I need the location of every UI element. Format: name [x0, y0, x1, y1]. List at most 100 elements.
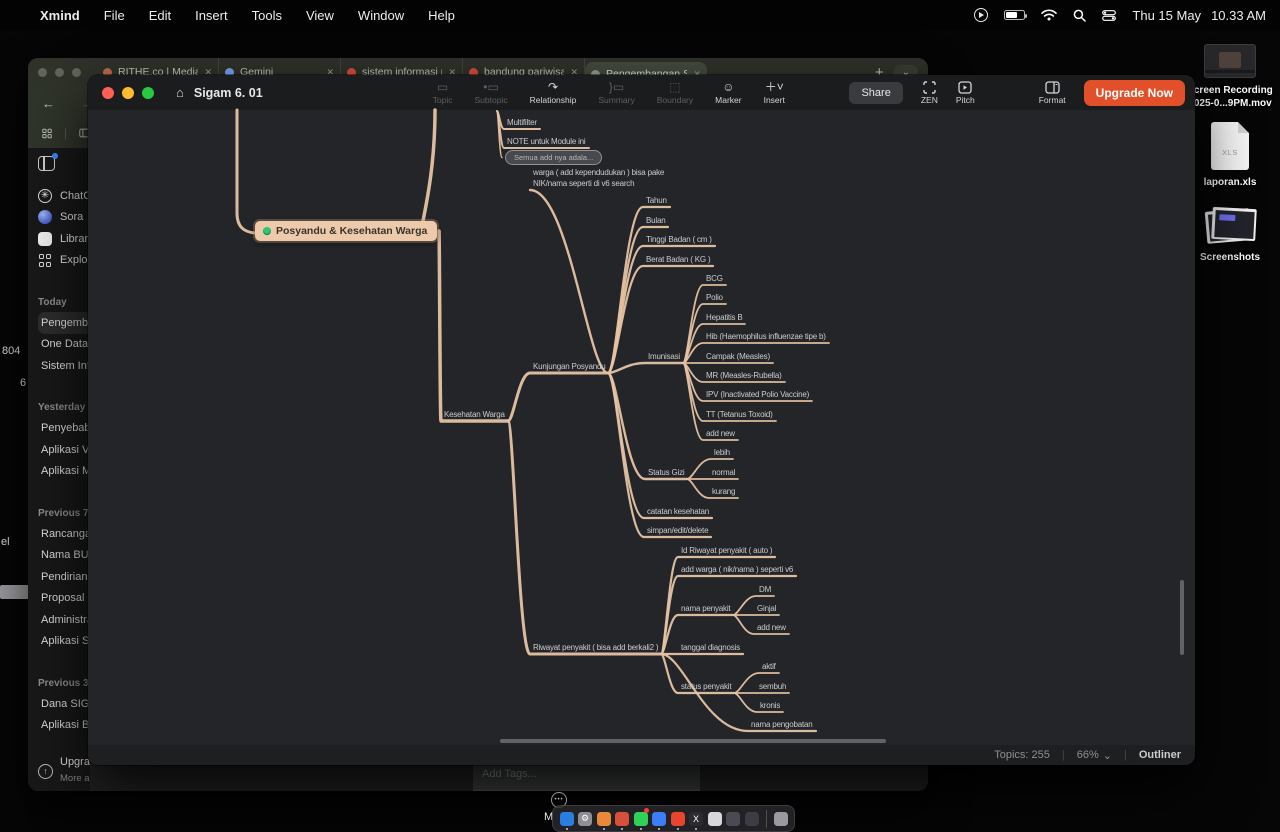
chat-history-item[interactable]: Pengemban [38, 312, 90, 334]
browser-traffic-lights[interactable] [38, 68, 81, 77]
toolbar-tool[interactable]: ☺ Marker [715, 81, 741, 105]
mindmap-node-imunisasi[interactable]: Imunisasi [648, 351, 680, 362]
mindmap-node-kunjungan[interactable]: Kunjungan Posyandu [533, 361, 605, 372]
dock-app-icon[interactable] [743, 807, 760, 830]
mindmap-node-tahun[interactable]: Tahun [646, 195, 667, 206]
chat-history-item[interactable]: Administras [38, 609, 90, 631]
dock-app-icon[interactable]: X [688, 807, 705, 830]
chat-history-item[interactable]: Aplikasi SIG [38, 631, 90, 653]
control-center-icon[interactable] [1102, 10, 1116, 21]
mindmap-node-normal[interactable]: normal [712, 467, 735, 478]
mindmap-node-kronis[interactable]: kronis [760, 700, 780, 711]
dock-app-icon[interactable]: ⚙ [577, 807, 594, 830]
toolbar-tool[interactable]: ＋˅ Insert [764, 81, 785, 105]
mindmap-node-catatan[interactable]: catatan kesehatan [647, 506, 709, 517]
menu-item[interactable]: View [306, 8, 334, 23]
window-traffic-lights[interactable] [102, 87, 154, 99]
menu-app-name[interactable]: Xmind [40, 8, 80, 23]
mindmap-node-ginjal[interactable]: Ginjal [757, 603, 776, 614]
minimize-window-button[interactable] [122, 87, 134, 99]
menu-item[interactable]: Insert [195, 8, 228, 23]
home-icon[interactable]: ⌂ [176, 85, 184, 100]
dock-app-icon[interactable] [558, 807, 575, 830]
mindmap-node-kurang[interactable]: kurang [712, 486, 735, 497]
chat-history-item[interactable]: Rancangan [38, 523, 90, 545]
spotlight-search-icon[interactable] [1073, 9, 1086, 22]
mindmap-node-addnew-penyakit[interactable]: add new [757, 622, 786, 633]
sidebar-nav-item[interactable]: Library [38, 228, 90, 250]
menu-item[interactable]: Help [428, 8, 455, 23]
sidebar-nav-item[interactable]: Sora [38, 207, 90, 229]
dock-app-icon[interactable] [614, 807, 631, 830]
mindmap-node-tt[interactable]: TT (Tetanus Toxoid) [706, 409, 773, 420]
menu-item[interactable]: Window [358, 8, 404, 23]
toolbar-tool[interactable]: }▭ Summary [598, 81, 634, 105]
menu-item[interactable]: File [104, 8, 125, 23]
mindmap-node-addnew-imunisasi[interactable]: add new [706, 428, 735, 439]
menu-item[interactable]: Edit [149, 8, 171, 23]
zoom-control[interactable]: 66%⌄ [1077, 749, 1112, 762]
menu-item[interactable]: Tools [252, 8, 282, 23]
format-button[interactable]: Format [1039, 81, 1066, 105]
mindmap-node-tanggal[interactable]: tanggal diagnosis [681, 642, 740, 653]
mindmap-node-pengobatan[interactable]: nama pengobatan [751, 719, 813, 730]
mindmap-node-berat[interactable]: Berat Badan ( KG ) [646, 254, 710, 265]
chat-history-item[interactable]: Pendirian B [38, 566, 90, 588]
chat-history-item[interactable]: Aplikasi Mar [38, 461, 90, 483]
mindmap-node-ipv[interactable]: IPV (Inactivated Polio Vaccine) [706, 389, 809, 400]
chat-history-item[interactable]: Penyebab P [38, 418, 90, 440]
desktop-icon-laporan-xls[interactable]: XLS laporan.xls [1182, 122, 1278, 189]
add-tags-field[interactable]: Add Tags... [473, 762, 700, 791]
desktop-icon-screen-recording[interactable]: Screen Recording2025-0...9PM.mov [1182, 44, 1278, 110]
mindmap-node-statuspenyakit[interactable]: status penyakit [681, 681, 731, 692]
chat-history-item[interactable]: One Data A [38, 334, 90, 356]
mindmap-node-sembuh[interactable]: sembuh [759, 681, 786, 692]
mindmap-node-aktif[interactable]: aktif [762, 661, 776, 672]
toolbar-tool[interactable]: •▭ Subtopic [475, 81, 508, 105]
horizontal-scrollbar[interactable] [500, 739, 886, 743]
chat-history-item[interactable]: Aplikasi Bal [38, 715, 90, 737]
menu-clock[interactable]: Thu 15 May10.33 AM [1132, 8, 1266, 23]
mindmap-node-campak[interactable]: Campak (Measles) [706, 351, 770, 362]
mindmap-node-central[interactable]: Posyandu & Kesehatan Warga [255, 221, 437, 241]
back-button[interactable]: ← [42, 96, 55, 111]
mindmap-node-idriwayat[interactable]: Id Riwayat penyakit ( auto ) [681, 545, 772, 556]
outliner-button[interactable]: Outliner [1139, 749, 1181, 761]
dock-app-icon[interactable] [632, 807, 649, 830]
mindmap-node-dm[interactable]: DM [759, 584, 771, 595]
dock-trash-icon[interactable] [772, 807, 789, 830]
wifi-icon[interactable] [1041, 9, 1057, 21]
mindmap-node-multifilter[interactable]: Multifilter [507, 117, 537, 128]
dock-app-icon[interactable] [651, 807, 668, 830]
upgrade-now-button[interactable]: Upgrade Now [1084, 80, 1185, 106]
dock-app-icon[interactable] [706, 807, 723, 830]
mindmap-node-namapenyakit[interactable]: nama penyakit [681, 603, 730, 614]
sidebar-nav-item[interactable]: Explore [38, 250, 90, 272]
mindmap-node-mr[interactable]: MR (Measles-Rubella) [706, 370, 782, 381]
chat-history-item[interactable]: Dana SIGAP [38, 693, 90, 715]
screen-record-icon[interactable] [974, 8, 988, 22]
pitch-button[interactable]: Pitch [956, 81, 975, 105]
mindmap-node-statusgizi[interactable]: Status Gizi [648, 467, 684, 478]
share-button[interactable]: Share [849, 82, 902, 104]
dock-app-icon[interactable] [595, 807, 612, 830]
mindmap-node-simpan[interactable]: simpan/edit/delete [647, 525, 708, 536]
mindmap-node-hib[interactable]: Hib (Haemophilus influenzae tipe b) [706, 331, 826, 342]
sidebar-toggle-icon[interactable] [38, 156, 55, 171]
toolbar-tool[interactable]: ⬚ Boundary [657, 81, 693, 105]
zen-mode-button[interactable]: ZEN [921, 81, 938, 105]
chat-history-item[interactable]: Sistem Infor [38, 355, 90, 377]
chat-history-item[interactable]: Nama BUM [38, 545, 90, 567]
mindmap-node-bulan[interactable]: Bulan [646, 215, 665, 226]
chat-history-item[interactable]: Proposal Pe [38, 588, 90, 610]
mindmap-node-hepatitis[interactable]: Hepatitis B [706, 312, 742, 323]
grid-view-icon[interactable] [42, 127, 52, 140]
mindmap-node-riwayat[interactable]: Riwayat penyakit ( bisa add berkali2 ) [533, 642, 658, 653]
chat-history-item[interactable]: Aplikasi Vid [38, 439, 90, 461]
mindmap-node-note[interactable]: NOTE untuk Module ini [507, 136, 586, 147]
vertical-scrollbar[interactable] [1180, 580, 1184, 655]
zoom-window-button[interactable] [142, 87, 154, 99]
toolbar-tool[interactable]: ▭ Topic [433, 81, 453, 105]
dock-app-icon[interactable] [669, 807, 686, 830]
upgrade-plan-item[interactable]: ↑ Upgra More a [38, 756, 90, 786]
